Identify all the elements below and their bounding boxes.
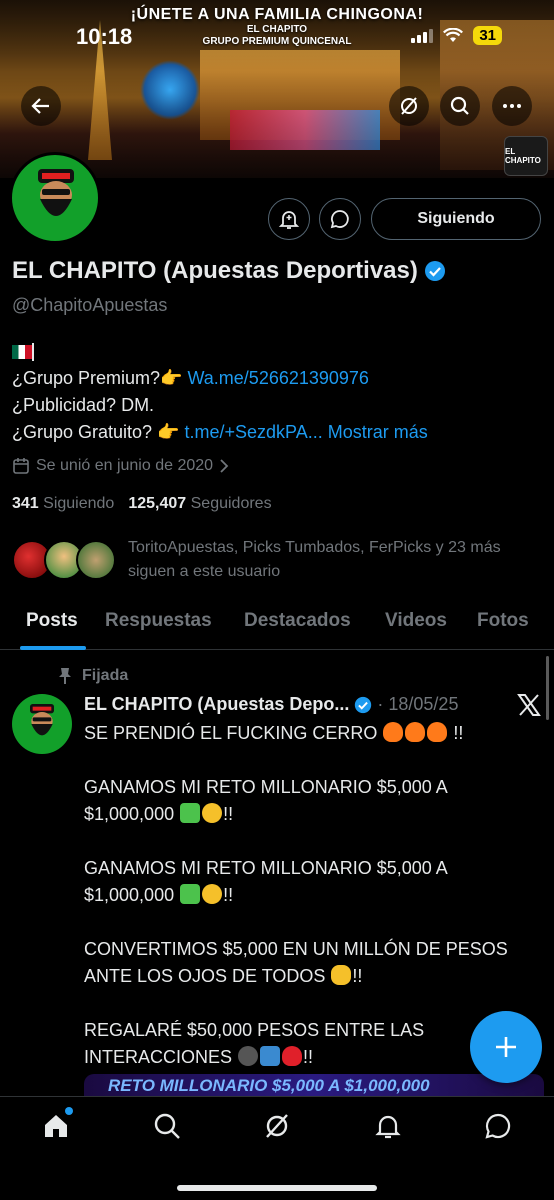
followed-by-text: ToritoApuestas, Picks Tumbados, FerPicks… <box>128 539 501 580</box>
home-indicator[interactable] <box>177 1185 377 1191</box>
post-date[interactable]: 18/05/25 <box>388 694 458 715</box>
avatar <box>76 540 116 580</box>
mutual-avatars <box>12 536 116 582</box>
search-icon <box>154 1113 180 1139</box>
avatar-face-icon <box>30 704 54 736</box>
pin-icon <box>59 668 71 684</box>
battery-indicator: 31 <box>473 26 502 45</box>
post-author-name[interactable]: EL CHAPITO (Apuestas Depo... <box>84 694 349 715</box>
arrow-left-icon <box>31 98 49 114</box>
bottom-navigation <box>0 1096 554 1200</box>
fire-emoji-icon <box>405 722 426 742</box>
signal-icon <box>411 28 434 43</box>
home-icon <box>45 1115 67 1137</box>
pinned-label: Fijada <box>58 667 128 685</box>
notification-dot <box>65 1107 73 1115</box>
mexico-flag-icon <box>12 345 32 360</box>
profile-name: EL CHAPITO (Apuestas Deportivas) <box>12 257 446 285</box>
banner-promo-title: ¡ÚNETE A UNA FAMILIA CHINGONA! <box>130 6 424 23</box>
joined-date[interactable]: Se unió en junio de 2020 <box>12 457 229 475</box>
compose-post-button[interactable] <box>470 1011 542 1083</box>
avatar-face-icon <box>38 169 74 216</box>
check-emoji-icon <box>180 884 201 904</box>
verified-badge-icon[interactable] <box>424 260 446 282</box>
tab-photos[interactable]: Fotos <box>477 610 529 632</box>
wifi-icon <box>443 28 464 42</box>
tab-videos[interactable]: Videos <box>385 610 447 632</box>
nav-home[interactable] <box>41 1107 73 1141</box>
more-icon <box>503 104 521 108</box>
plus-icon <box>496 1037 516 1057</box>
followers-you-know[interactable]: ToritoApuestas, Picks Tumbados, FerPicks… <box>12 536 538 584</box>
search-icon <box>450 96 469 115</box>
followers-count-link[interactable]: 125,407 Seguidores <box>128 495 271 513</box>
grok-button[interactable] <box>389 86 429 126</box>
post-media[interactable]: RETO MILLONARIO $5,000 A $1,000,000 <box>84 1074 544 1096</box>
whatsapp-link[interactable]: Wa.me/526621390976 <box>187 368 368 388</box>
notifications-icon <box>375 1115 401 1139</box>
show-more-link[interactable]: Mostrar más <box>328 422 428 442</box>
x-logo-icon[interactable] <box>516 692 542 718</box>
post-header: EL CHAPITO (Apuestas Depo... · 18/05/25 <box>84 694 459 715</box>
tab-replies[interactable]: Respuestas <box>105 610 212 632</box>
nav-messages[interactable] <box>483 1111 513 1141</box>
banner-logo: EL CHAPITO <box>504 136 548 176</box>
telegram-link[interactable]: t.me/+SezdkPA... <box>184 422 322 442</box>
status-time: 10:18 <box>76 24 133 49</box>
back-button[interactable] <box>21 86 61 126</box>
profile-handle: @ChapitoApuestas <box>12 295 168 315</box>
check-emoji-icon <box>180 803 201 823</box>
messages-icon <box>485 1113 511 1139</box>
mind-blown-emoji-icon <box>202 803 223 823</box>
search-button[interactable] <box>440 86 480 126</box>
following-count-link[interactable]: 341 Siguiendo <box>12 495 114 513</box>
more-button[interactable] <box>492 86 532 126</box>
profile-bio: ¿Grupo Premium?👉 Wa.me/526621390976 ¿Pub… <box>12 338 428 446</box>
bio-line-ads: ¿Publicidad? DM. <box>12 395 155 415</box>
speech-bubble-emoji-icon <box>238 1046 259 1066</box>
heart-hands-emoji-icon <box>331 965 352 985</box>
tab-highlights[interactable]: Destacados <box>244 610 351 632</box>
post-author-avatar[interactable] <box>12 694 72 754</box>
chat-bubble-icon <box>330 210 349 229</box>
scrollbar[interactable] <box>546 656 549 720</box>
verified-badge-icon <box>355 696 372 713</box>
nav-notifications[interactable] <box>373 1111 403 1141</box>
active-tab-indicator <box>20 646 86 650</box>
heart-emoji-icon <box>282 1046 303 1066</box>
profile-avatar[interactable] <box>9 152 101 244</box>
tab-posts[interactable]: Posts <box>26 610 78 632</box>
mind-blown-emoji-icon <box>202 884 223 904</box>
grok-icon <box>401 97 417 115</box>
display-name: EL CHAPITO (Apuestas Deportivas) <box>12 257 418 284</box>
post-text: SE PRENDIÓ EL FUCKING CERRO !! GANAMOS M… <box>84 722 508 1067</box>
bell-plus-icon <box>278 211 300 229</box>
chevron-right-icon <box>220 459 229 473</box>
follow-counts: 341 Siguiendo 125,407 Seguidores <box>12 495 272 513</box>
profile-tabs: Posts Respuestas Destacados Videos Fotos <box>0 604 554 650</box>
nav-grok[interactable] <box>262 1111 292 1141</box>
status-icons: 31 <box>411 26 502 45</box>
following-button[interactable]: Siguiendo <box>371 198 541 240</box>
fire-emoji-icon <box>383 722 404 742</box>
fire-emoji-icon <box>427 722 448 742</box>
calendar-icon <box>13 458 29 474</box>
grok-icon <box>266 1114 288 1138</box>
notify-button[interactable] <box>268 198 310 240</box>
post-media-text: RETO MILLONARIO $5,000 A $1,000,000 <box>108 1076 430 1095</box>
nav-search[interactable] <box>152 1111 182 1141</box>
message-button[interactable] <box>319 198 361 240</box>
repeat-emoji-icon <box>260 1046 281 1066</box>
